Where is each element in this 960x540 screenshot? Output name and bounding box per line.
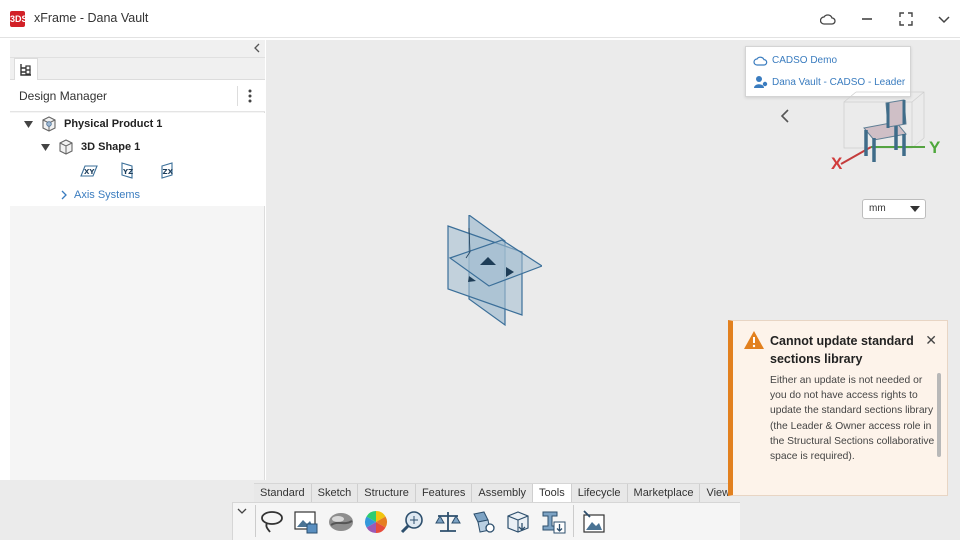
chevron-down-icon[interactable] xyxy=(237,507,251,521)
divider xyxy=(255,505,256,537)
tab-lifecycle[interactable]: Lifecycle xyxy=(572,484,628,503)
panel-title: Design Manager xyxy=(19,89,108,103)
notification-title: Cannot update standard sections library xyxy=(770,334,914,366)
assembly-icon[interactable] xyxy=(470,510,496,534)
chevron-right-icon[interactable] xyxy=(60,190,68,200)
tab-features[interactable]: Features xyxy=(416,484,473,503)
chair-model-icon xyxy=(863,99,907,162)
panel-collapse-bar xyxy=(10,40,265,58)
tab-standard[interactable]: Standard xyxy=(254,484,312,503)
collapse-panel-icon[interactable] xyxy=(253,42,263,56)
divider xyxy=(573,505,574,537)
close-icon[interactable]: ✕ xyxy=(925,333,937,347)
app-title: xFrame - Dana Vault xyxy=(34,11,149,25)
svg-text:ZX: ZX xyxy=(163,168,174,176)
tree-node-axis-systems[interactable]: Axis Systems xyxy=(60,189,140,201)
design-manager-header: Design Manager xyxy=(10,80,265,112)
inspect-zoom-icon[interactable] xyxy=(399,510,425,534)
color-wheel-icon[interactable] xyxy=(363,510,389,534)
more-options-icon[interactable] xyxy=(240,86,260,106)
design-tree: Physical Product 1 3D Shape 1 XY YZ ZX A… xyxy=(10,113,265,206)
tab-structure[interactable]: Structure xyxy=(358,484,416,503)
action-bar xyxy=(232,502,740,540)
tab-assembly[interactable]: Assembly xyxy=(472,484,534,503)
tree-node-label: Physical Product 1 xyxy=(64,118,163,130)
tree-node-physical-product[interactable]: Physical Product 1 xyxy=(23,115,162,133)
scrollbar[interactable] xyxy=(937,373,941,457)
tab-sketch[interactable]: Sketch xyxy=(312,484,359,503)
capture-image-icon[interactable] xyxy=(293,510,319,534)
product-icon xyxy=(41,116,57,132)
section-import-icon[interactable] xyxy=(540,510,566,534)
tab-tools[interactable]: Tools xyxy=(533,484,572,503)
platform-item[interactable]: CADSO Demo xyxy=(753,55,837,66)
unit-value: mm xyxy=(869,203,886,214)
render-material-icon[interactable] xyxy=(328,510,354,534)
expand-caret-icon[interactable] xyxy=(40,142,50,152)
cloud-icon xyxy=(753,56,768,66)
dropdown-caret-icon xyxy=(910,206,920,212)
chevron-down-icon[interactable] xyxy=(933,9,955,29)
app-logo: 3DS xyxy=(10,11,28,27)
tab-marketplace[interactable]: Marketplace xyxy=(628,484,701,503)
svg-text:XY: XY xyxy=(84,168,95,176)
compass-y-label: Y xyxy=(929,138,941,157)
package-icon[interactable] xyxy=(505,510,531,534)
fullscreen-icon[interactable] xyxy=(895,9,917,29)
image-export-icon[interactable] xyxy=(581,510,607,534)
platform-label: CADSO Demo xyxy=(772,55,838,66)
tree-node-label: 3D Shape 1 xyxy=(81,141,141,153)
orientation-compass[interactable]: X Y xyxy=(826,90,952,180)
origin-planes-icon[interactable] xyxy=(430,215,542,327)
warning-icon xyxy=(743,330,765,350)
unit-select[interactable]: mm xyxy=(862,199,926,219)
axis-systems-label: Axis Systems xyxy=(74,189,141,201)
panel-tab-strip xyxy=(10,58,265,80)
action-bar-tabs: Standard Sketch Structure Features Assem… xyxy=(254,483,730,503)
compass-x-label: X xyxy=(831,154,843,173)
lasso-icon[interactable] xyxy=(259,510,285,534)
divider xyxy=(237,86,238,106)
expand-caret-icon[interactable] xyxy=(23,119,33,129)
shape-icon xyxy=(58,139,74,155)
collab-space-item[interactable]: Dana Vault - CADSO - Leader xyxy=(753,75,905,89)
title-bar: 3DS xFrame - Dana Vault xyxy=(0,0,960,38)
tree-node-3d-shape[interactable]: 3D Shape 1 xyxy=(40,138,140,156)
tree-tab-icon[interactable] xyxy=(14,58,38,80)
back-arrow-icon[interactable] xyxy=(779,108,793,124)
warning-notification: Cannot update standard sections library … xyxy=(728,320,948,496)
cloud-icon[interactable] xyxy=(817,9,839,29)
design-manager-panel: Design Manager Physical Product 1 3D Sha… xyxy=(10,40,265,480)
user-role-icon xyxy=(754,76,768,88)
balance-scale-icon[interactable] xyxy=(435,510,461,534)
xy-plane-icon[interactable]: XY xyxy=(80,164,98,178)
svg-text:YZ: YZ xyxy=(122,168,133,176)
role-label: Dana Vault - CADSO - Leader xyxy=(772,76,906,88)
left-empty-area xyxy=(0,480,266,540)
notification-body: Either an update is not needed or you do… xyxy=(770,375,935,463)
minimize-icon[interactable] xyxy=(856,9,878,29)
zx-plane-icon[interactable]: ZX xyxy=(160,162,174,179)
yz-plane-icon[interactable]: YZ xyxy=(120,162,134,179)
